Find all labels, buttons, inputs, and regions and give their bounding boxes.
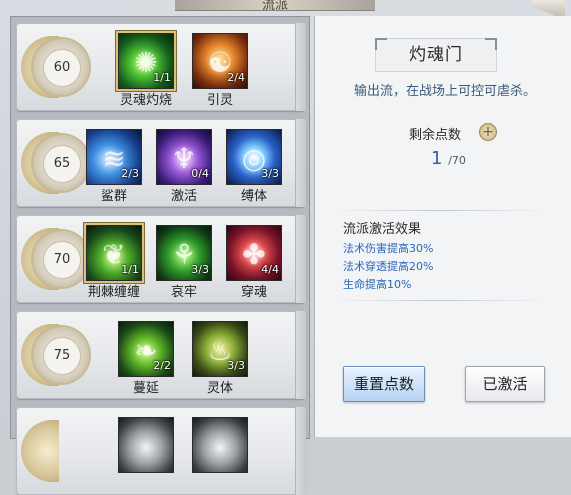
laurel-icon: [21, 420, 59, 482]
reset-points-button[interactable]: 重置点数: [343, 366, 425, 402]
remaining-points: 1: [431, 148, 443, 169]
talent-tree: 60 ✺ 1/1 灵魂灼烧 ☯ 2/4 引灵 65 ≋ 2/3 鲨群 ♆ 0/4…: [10, 16, 310, 495]
skill-label: 蔓延: [132, 381, 159, 396]
tier-level: 75: [43, 337, 81, 375]
skill-lament-prison[interactable]: ⚘ 3/3 哀牢: [156, 225, 212, 300]
skill-spirit-lead[interactable]: ☯ 2/4 引灵: [192, 33, 248, 108]
activated-button[interactable]: 已激活: [465, 366, 545, 402]
row-cap: [295, 407, 306, 495]
divider: [333, 300, 547, 301]
tier-medal: 75: [21, 319, 93, 391]
skill-label: 灵魂灼烧: [119, 93, 172, 108]
skill-partial-icon: [192, 417, 248, 473]
skill-shark-swarm[interactable]: ≋ 2/3 鲨群: [86, 129, 142, 204]
skill-soul-burn[interactable]: ✺ 1/1 灵魂灼烧: [118, 33, 174, 108]
tier-row-65: 65 ≋ 2/3 鲨群 ♆ 0/4 激活 ◎ 3/3 缚体: [16, 119, 306, 207]
effect-item: 法术穿透提高20%: [343, 260, 434, 273]
tier-medal: 60: [21, 31, 93, 103]
tier-row-70: 70 ❦ 1/1 荆棘缠缠 ⚘ 3/3 哀牢 ✤ 4/4 穿魂: [16, 215, 306, 303]
skill-partial-icon: [118, 417, 174, 473]
skill-label: 引灵: [206, 93, 233, 108]
skill-count: 2/3: [121, 167, 139, 180]
skill-count: 2/4: [227, 71, 245, 84]
skill-label: 灵体: [206, 381, 233, 396]
row-cap: [295, 215, 306, 303]
window-header: 流派: [175, 0, 375, 13]
points-display: 1 /70: [431, 148, 466, 169]
skill-thorn-entangle[interactable]: ❦ 1/1 荆棘缠缠: [86, 225, 142, 300]
row-cap: [295, 119, 306, 207]
skill-count: 4/4: [261, 263, 279, 276]
skill-count: 0/4: [191, 167, 209, 180]
row-cap: [295, 311, 306, 399]
skill-count: 3/3: [261, 167, 279, 180]
school-description: 输出流，在战场上可控可虐杀。: [353, 84, 536, 99]
school-title: 灼魂门: [375, 38, 497, 72]
skill-count: 1/1: [153, 71, 171, 84]
effects-title: 流派激活效果: [343, 222, 422, 237]
skill-label: 荆棘缠缠: [87, 285, 140, 300]
tier-level: 65: [43, 145, 81, 183]
effect-item: 生命提高10%: [343, 278, 412, 291]
plus-icon[interactable]: +: [479, 123, 497, 141]
skill-partial-2[interactable]: [192, 417, 248, 487]
skill-count: 1/1: [121, 263, 139, 276]
skill-label: 哀牢: [170, 285, 197, 300]
skill-partial-1[interactable]: [118, 417, 174, 487]
total-points: /70: [448, 154, 466, 167]
skill-spread[interactable]: ❧ 2/2 蔓延: [118, 321, 174, 396]
skill-count: 3/3: [227, 359, 245, 372]
divider: [333, 210, 547, 211]
remaining-points-label: 剩余点数: [409, 128, 462, 143]
tier-row-60: 60 ✺ 1/1 灵魂灼烧 ☯ 2/4 引灵: [16, 23, 306, 111]
skill-bind-body[interactable]: ◎ 3/3 缚体: [226, 129, 282, 204]
skill-count: 2/2: [153, 359, 171, 372]
skill-spirit-body[interactable]: ♨ 3/3 灵体: [192, 321, 248, 396]
window-title: 流派: [261, 0, 288, 13]
skill-soul-pierce[interactable]: ✤ 4/4 穿魂: [226, 225, 282, 300]
tier-row-partial: [16, 407, 306, 495]
skill-label: 鲨群: [100, 189, 127, 204]
tier-medal: [21, 415, 93, 487]
effect-item: 法术伤害提高30%: [343, 242, 434, 255]
skill-activate[interactable]: ♆ 0/4 激活: [156, 129, 212, 204]
tier-level: 60: [43, 49, 81, 87]
skill-label: 缚体: [240, 189, 267, 204]
tier-level: 70: [43, 241, 81, 279]
tier-row-75: 75 ❧ 2/2 蔓延 ♨ 3/3 灵体: [16, 311, 306, 399]
skill-label: 激活: [170, 189, 197, 204]
skill-count: 3/3: [191, 263, 209, 276]
skill-label: 穿魂: [240, 285, 267, 300]
row-cap: [295, 23, 306, 111]
school-panel: 灼魂门 输出流，在战场上可控可虐杀。 剩余点数 + 1 /70 流派激活效果 法…: [314, 16, 571, 437]
